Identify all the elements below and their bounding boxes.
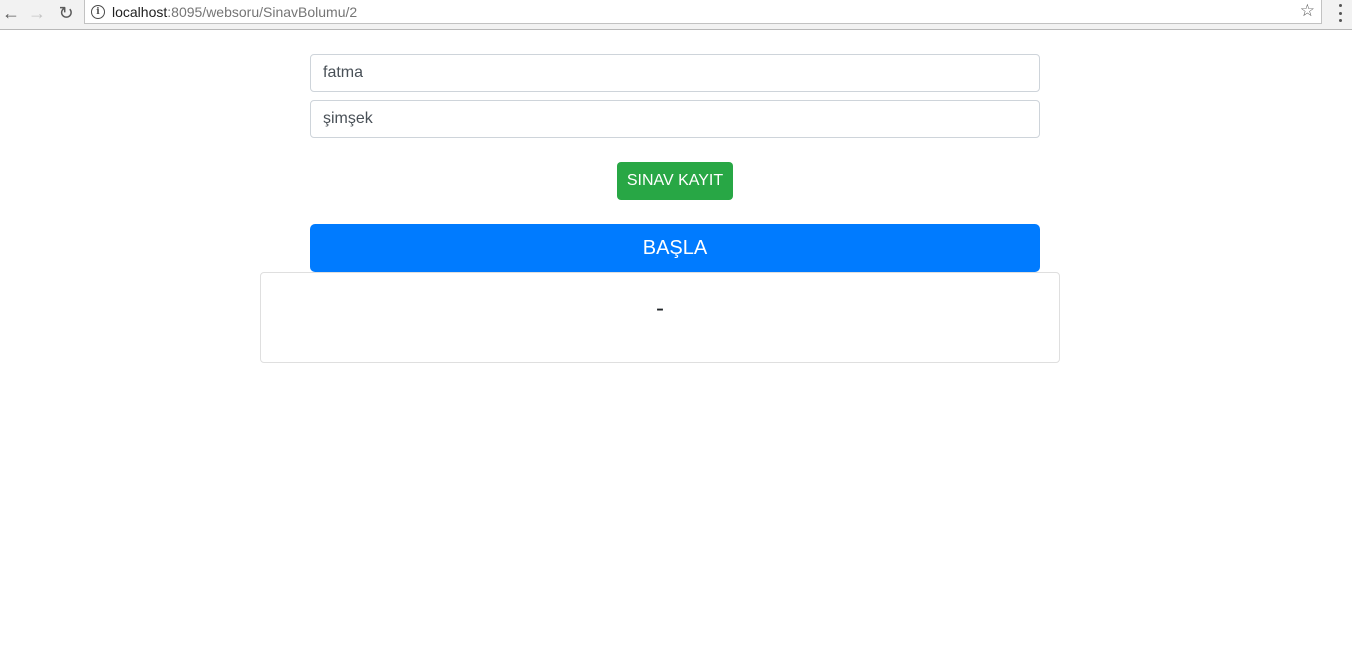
- surname-input[interactable]: [310, 100, 1040, 138]
- menu-dots-icon[interactable]: [1332, 4, 1348, 22]
- address-bar[interactable]: i localhost:8095/websoru/SinavBolumu/2 ☆: [84, 0, 1322, 24]
- url-path: :8095/websoru/SinavBolumu/2: [167, 3, 358, 20]
- back-arrow-icon[interactable]: ←: [0, 2, 22, 24]
- name-input[interactable]: [310, 54, 1040, 92]
- browser-toolbar: ← → ↻ i localhost:8095/websoru/SinavBolu…: [0, 0, 1352, 30]
- start-button[interactable]: BAŞLA: [310, 224, 1040, 272]
- info-icon[interactable]: i: [91, 4, 105, 19]
- url-text[interactable]: localhost:8095/websoru/SinavBolumu/2: [112, 4, 357, 20]
- result-card: -: [260, 272, 1060, 363]
- forward-arrow-icon[interactable]: →: [26, 2, 48, 24]
- reload-icon[interactable]: ↻: [55, 2, 77, 24]
- star-icon[interactable]: ☆: [1300, 1, 1315, 21]
- url-host: localhost: [112, 3, 168, 20]
- exam-register-button[interactable]: SINAV KAYIT: [617, 162, 733, 200]
- result-text: -: [656, 295, 664, 322]
